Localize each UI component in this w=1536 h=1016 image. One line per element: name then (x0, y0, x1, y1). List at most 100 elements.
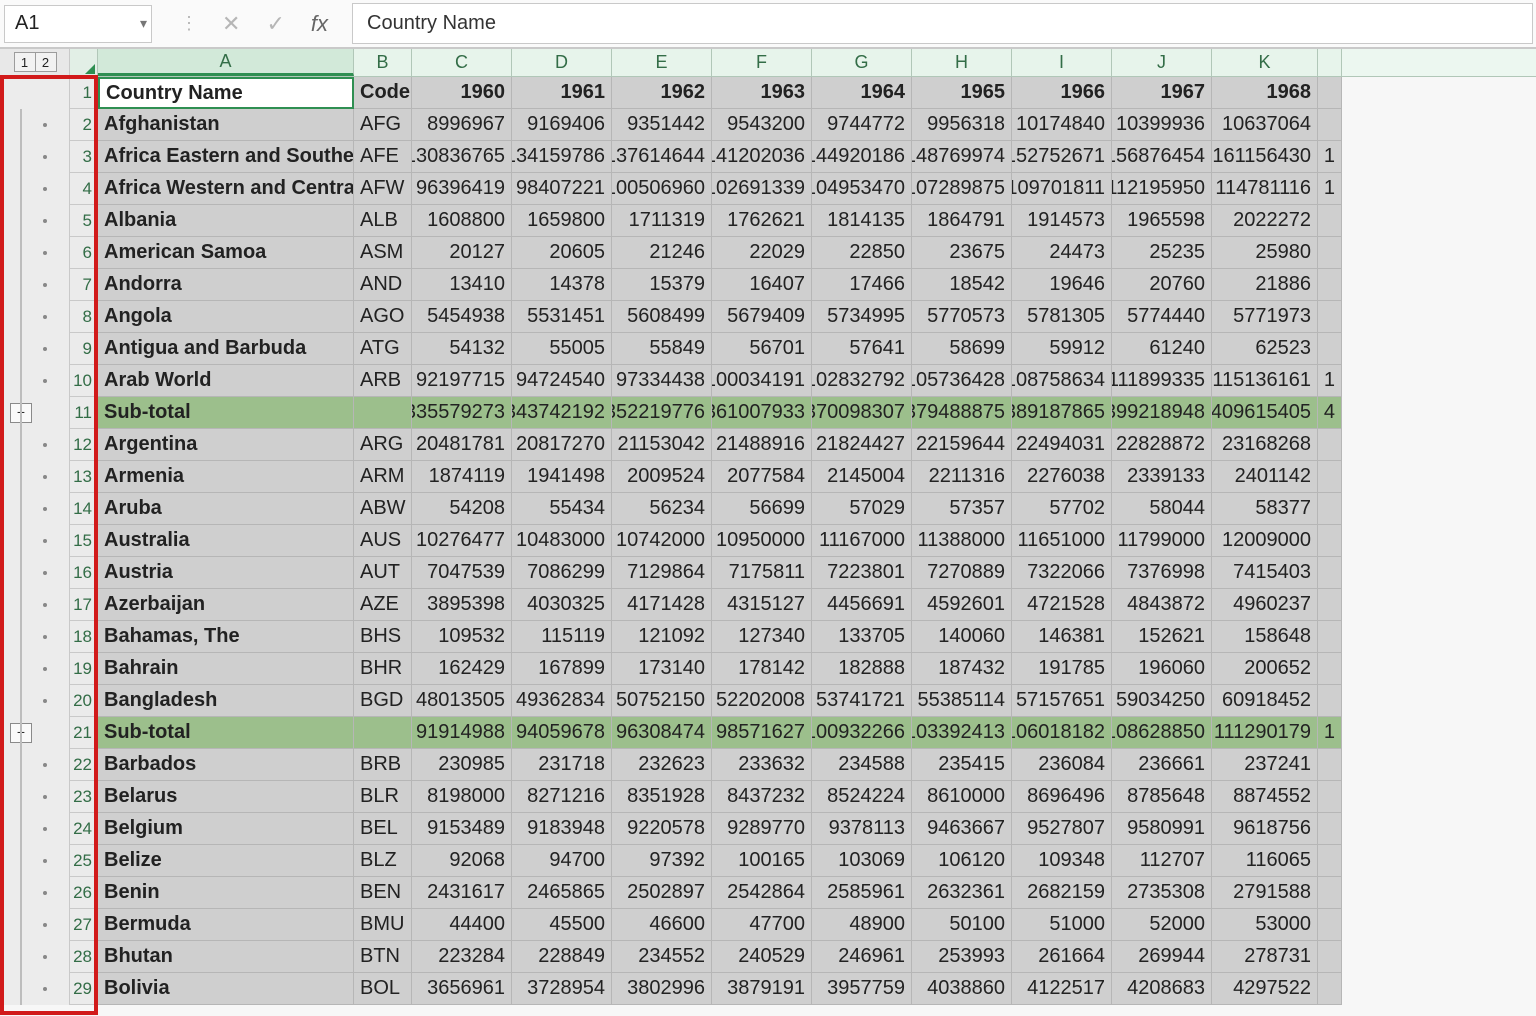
cell-country-code[interactable]: BLZ (354, 845, 412, 877)
cell-value[interactable]: 134159786 (512, 141, 612, 173)
cell-value[interactable]: 10637064 (1212, 109, 1318, 141)
cell-country-code[interactable]: BHS (354, 621, 412, 653)
cell-overflow[interactable]: 4 (1318, 397, 1342, 429)
cell-country-name[interactable]: Andorra (98, 269, 354, 301)
cell-country-name[interactable]: Bhutan (98, 941, 354, 973)
cell-country-code[interactable]: BGD (354, 685, 412, 717)
cell-value[interactable]: 59034250 (1112, 685, 1212, 717)
cell-value[interactable]: 56701 (712, 333, 812, 365)
cell-overflow[interactable] (1318, 429, 1342, 461)
cell-country-code[interactable]: ASM (354, 237, 412, 269)
cell-country-name[interactable]: Sub-total (98, 717, 354, 749)
cell-country-name[interactable]: American Samoa (98, 237, 354, 269)
cell-country-code[interactable]: BLR (354, 781, 412, 813)
cell-value[interactable]: 1914573 (1012, 205, 1112, 237)
cell-value[interactable]: 228849 (512, 941, 612, 973)
cell-value[interactable]: 116065 (1212, 845, 1318, 877)
cell-I1[interactable]: 1966 (1012, 77, 1112, 109)
cell-value[interactable]: 4456691 (812, 589, 912, 621)
cell-country-name[interactable]: Afghanistan (98, 109, 354, 141)
cell-value[interactable]: 25980 (1212, 237, 1318, 269)
cell-value[interactable]: 2585961 (812, 877, 912, 909)
cell-value[interactable]: 3656961 (412, 973, 512, 1005)
cell-value[interactable]: 10742000 (612, 525, 712, 557)
cell-country-code[interactable]: AND (354, 269, 412, 301)
cell-value[interactable]: 240529 (712, 941, 812, 973)
cell-country-name[interactable]: Benin (98, 877, 354, 909)
col-header-L[interactable] (1318, 49, 1342, 76)
cell-country-code[interactable]: AGO (354, 301, 412, 333)
cell-value[interactable]: 158648 (1212, 621, 1318, 653)
cell-value[interactable]: 100506960 (612, 173, 712, 205)
cell-value[interactable]: 58377 (1212, 493, 1318, 525)
cell-value[interactable]: 12009000 (1212, 525, 1318, 557)
cell-overflow[interactable] (1318, 237, 1342, 269)
cell-value[interactable]: 253993 (912, 941, 1012, 973)
cell-overflow[interactable]: 1 (1318, 365, 1342, 397)
cell-value[interactable]: 108758634 (1012, 365, 1112, 397)
cell-value[interactable]: 9527807 (1012, 813, 1112, 845)
cell-value[interactable]: 2632361 (912, 877, 1012, 909)
cell-country-code[interactable]: ABW (354, 493, 412, 525)
cell-value[interactable]: 7223801 (812, 557, 912, 589)
fx-icon[interactable]: fx (311, 11, 328, 37)
cell-value[interactable]: 10174840 (1012, 109, 1112, 141)
cell-value[interactable]: 148769974 (912, 141, 1012, 173)
row-header[interactable]: 19 (70, 653, 98, 685)
cell-value[interactable]: 48013505 (412, 685, 512, 717)
cell-value[interactable]: 5608499 (612, 301, 712, 333)
cell-value[interactable]: 3957759 (812, 973, 912, 1005)
cell-value[interactable]: 389187865 (1012, 397, 1112, 429)
cell-country-name[interactable]: Sub-total (98, 397, 354, 429)
row-header[interactable]: 25 (70, 845, 98, 877)
row-header[interactable]: 18 (70, 621, 98, 653)
cell-value[interactable]: 1659800 (512, 205, 612, 237)
row-header[interactable]: 21 (70, 717, 98, 749)
cell-country-name[interactable]: Albania (98, 205, 354, 237)
cell-country-name[interactable]: Belarus (98, 781, 354, 813)
cell-overflow[interactable] (1318, 749, 1342, 781)
cell-value[interactable]: 57641 (812, 333, 912, 365)
cell-overflow[interactable]: 1 (1318, 141, 1342, 173)
cell-value[interactable]: 21886 (1212, 269, 1318, 301)
cell-value[interactable]: 20760 (1112, 269, 1212, 301)
cell-country-code[interactable]: ATG (354, 333, 412, 365)
cell-country-code[interactable]: AFW (354, 173, 412, 205)
cell-value[interactable]: 9543200 (712, 109, 812, 141)
cell-value[interactable]: 1864791 (912, 205, 1012, 237)
cell-value[interactable]: 20481781 (412, 429, 512, 461)
cell-value[interactable]: 1965598 (1112, 205, 1212, 237)
col-header-K[interactable]: K (1212, 49, 1318, 76)
cell-value[interactable]: 1608800 (412, 205, 512, 237)
cell-value[interactable]: 55385114 (912, 685, 1012, 717)
cell-value[interactable]: 25235 (1112, 237, 1212, 269)
cell-overflow[interactable] (1318, 909, 1342, 941)
cell-value[interactable]: 7270889 (912, 557, 1012, 589)
cell-value[interactable]: 56699 (712, 493, 812, 525)
cell-value[interactable]: 4297522 (1212, 973, 1318, 1005)
formula-input[interactable]: Country Name (352, 3, 1533, 44)
cell-value[interactable]: 57357 (912, 493, 1012, 525)
cell-value[interactable]: 56234 (612, 493, 712, 525)
cell-value[interactable]: 4960237 (1212, 589, 1318, 621)
cell-value[interactable]: 9220578 (612, 813, 712, 845)
cell-value[interactable]: 102832792 (812, 365, 912, 397)
cell-value[interactable]: 2542864 (712, 877, 812, 909)
cell-overflow[interactable] (1318, 941, 1342, 973)
cell-value[interactable]: 22828872 (1112, 429, 1212, 461)
cell-value[interactable]: 13410 (412, 269, 512, 301)
cell-E1[interactable]: 1962 (612, 77, 712, 109)
cell-country-code[interactable]: AFE (354, 141, 412, 173)
cell-value[interactable]: 54132 (412, 333, 512, 365)
cell-country-code[interactable]: ARM (354, 461, 412, 493)
name-box[interactable]: A1 ▾ (4, 5, 152, 43)
cell-value[interactable]: 49362834 (512, 685, 612, 717)
cell-country-name[interactable]: Argentina (98, 429, 354, 461)
cell-value[interactable]: 1814135 (812, 205, 912, 237)
row-header[interactable]: 9 (70, 333, 98, 365)
cell-value[interactable]: 233632 (712, 749, 812, 781)
cell-value[interactable]: 379488875 (912, 397, 1012, 429)
cell-value[interactable]: 94724540 (512, 365, 612, 397)
outline-level-1[interactable]: 1 (14, 52, 36, 72)
cell-value[interactable]: 1762621 (712, 205, 812, 237)
